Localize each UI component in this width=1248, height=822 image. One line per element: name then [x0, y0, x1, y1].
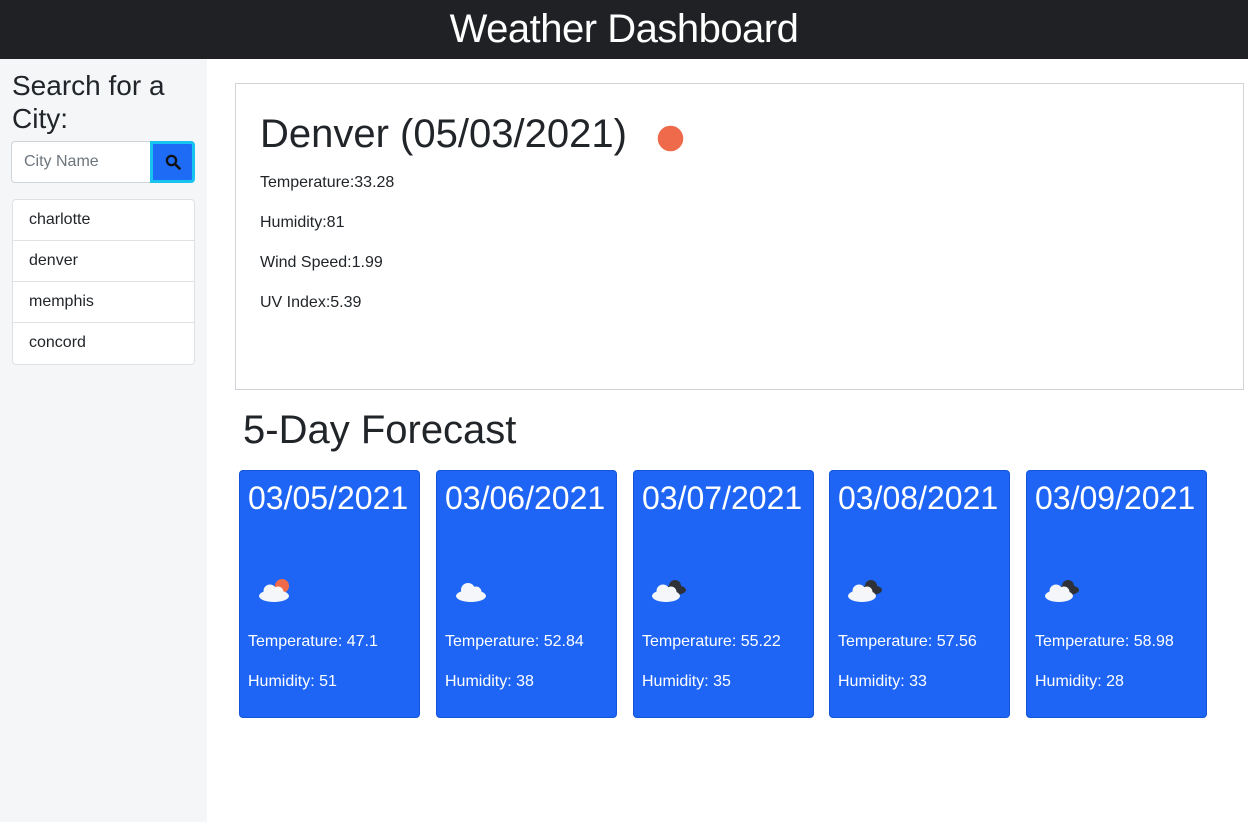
city-search-input[interactable]: [11, 141, 150, 183]
history-item-denver[interactable]: denver: [13, 241, 194, 282]
forecast-humidity: Humidity: 33: [838, 673, 927, 690]
current-city-title: Denver (05/03/2021): [260, 112, 627, 156]
forecast-temperature: Temperature: 57.56: [838, 633, 977, 650]
broken-clouds-icon: [652, 580, 686, 602]
forecast-temperature: Temperature: 55.22: [642, 633, 781, 650]
history-item-concord[interactable]: concord: [13, 323, 194, 364]
current-temperature: Temperature:33.28: [260, 174, 395, 191]
search-icon: [165, 154, 181, 170]
forecast-humidity: Humidity: 51: [248, 673, 337, 690]
search-button[interactable]: [150, 141, 195, 183]
forecast-card: 03/07/2021 Temperature: 55.22 Humidity: …: [633, 470, 814, 718]
forecast-date: 03/07/2021: [642, 480, 803, 516]
forecast-humidity: Humidity: 38: [445, 673, 534, 690]
history-item-memphis[interactable]: memphis: [13, 282, 194, 323]
partly-cloudy-sun-icon: [259, 579, 289, 602]
current-weather-panel: Denver (05/03/2021) Temperature:33.28 Hu…: [235, 83, 1244, 390]
app-header: Weather Dashboard: [0, 0, 1248, 59]
current-uv-index: UV Index:5.39: [260, 294, 362, 311]
forecast-heading: 5-Day Forecast: [243, 408, 517, 452]
forecast-date: 03/06/2021: [445, 480, 606, 516]
search-heading: Search for a City:: [12, 70, 165, 134]
forecast-date: 03/08/2021: [838, 480, 999, 516]
forecast-card: 03/09/2021 Temperature: 58.98 Humidity: …: [1026, 470, 1207, 718]
broken-clouds-icon: [1045, 580, 1079, 602]
search-group: [11, 141, 195, 183]
forecast-card: 03/06/2021 Temperature: 52.84 Humidity: …: [436, 470, 617, 718]
forecast-humidity: Humidity: 28: [1035, 673, 1124, 690]
cloud-icon: [456, 583, 486, 602]
forecast-humidity: Humidity: 35: [642, 673, 731, 690]
forecast-date: 03/05/2021: [248, 480, 409, 516]
forecast-date: 03/09/2021: [1035, 480, 1196, 516]
sun-icon: [657, 125, 684, 152]
current-humidity: Humidity:81: [260, 214, 345, 231]
sidebar: Search for a City: charlotte denver memp…: [0, 59, 207, 822]
forecast-temperature: Temperature: 58.98: [1035, 633, 1174, 650]
forecast-temperature: Temperature: 47.1: [248, 633, 378, 650]
forecast-card: 03/08/2021 Temperature: 57.56 Humidity: …: [829, 470, 1010, 718]
broken-clouds-icon: [848, 580, 882, 602]
forecast-temperature: Temperature: 52.84: [445, 633, 584, 650]
search-history-list: charlotte denver memphis concord: [12, 199, 195, 365]
page-title: Weather Dashboard: [449, 7, 799, 51]
current-wind-speed: Wind Speed:1.99: [260, 254, 383, 271]
forecast-card: 03/05/2021 Temperature: 47.1 Humidity: 5…: [239, 470, 420, 718]
history-item-charlotte[interactable]: charlotte: [13, 200, 194, 241]
